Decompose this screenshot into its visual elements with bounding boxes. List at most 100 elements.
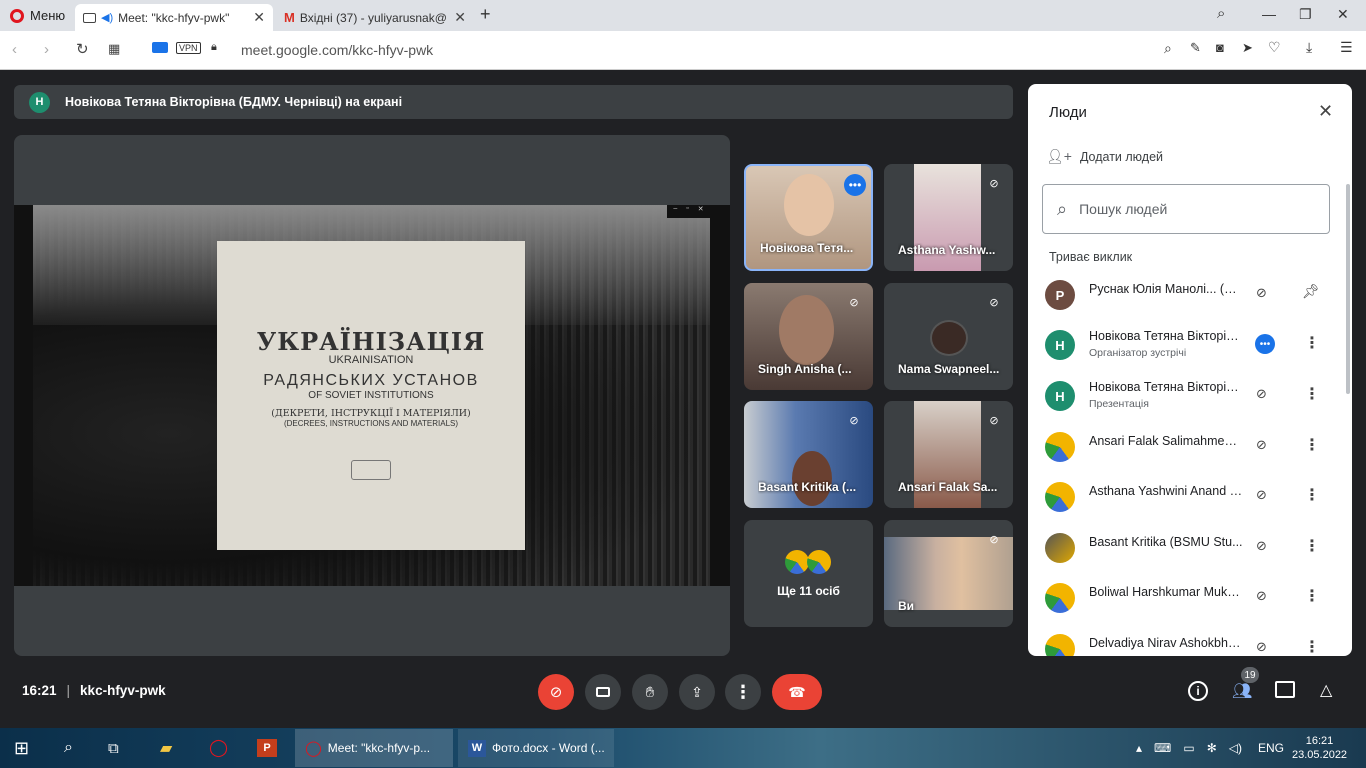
search-people-input[interactable]: ⌕ Пошук людей: [1042, 184, 1330, 234]
panel-scrollbar[interactable]: [1346, 184, 1350, 394]
participant-row[interactable]: Asthana Yashwini Anand (... ⊘ ⋮: [1028, 471, 1352, 521]
opera-logo-icon: [10, 8, 24, 23]
participant-tile[interactable]: ⊘ Singh Anisha (...: [744, 283, 873, 390]
search-placeholder: Пошук людей: [1079, 201, 1168, 217]
participant-name: Boliwal Harshkumar Muke...: [1089, 585, 1243, 599]
window-close-icon[interactable]: ✕: [1337, 6, 1349, 23]
meeting-details-icon[interactable]: i: [1188, 681, 1208, 701]
add-person-icon: 👤︎+: [1046, 148, 1072, 164]
clock[interactable]: 16:21 23.05.2022: [1292, 729, 1347, 767]
snapshot-icon[interactable]: ◙: [1216, 40, 1224, 55]
cover-line3-en: (DECREES, INSTRUCTIONS AND MATERIALS): [283, 419, 459, 428]
reload-icon[interactable]: ↻: [76, 40, 89, 58]
lock-icon[interactable]: 🔒︎: [211, 41, 217, 54]
back-icon[interactable]: ‹: [12, 41, 17, 58]
pin-icon[interactable]: 📌︎: [1302, 283, 1320, 300]
search-icon[interactable]: ⌕: [64, 729, 73, 767]
search-icon[interactable]: ⌕: [1164, 40, 1172, 57]
add-people-button[interactable]: 👤︎+ Додати людей: [1046, 148, 1163, 165]
speed-dial-icon[interactable]: ▦: [108, 41, 120, 57]
mic-off-icon: ⊘: [989, 533, 999, 546]
edit-icon[interactable]: ✎: [1190, 40, 1201, 56]
self-tile[interactable]: ⊘ Ви: [884, 520, 1013, 627]
participant-row[interactable]: Н Новікова Тетяна Вікторів... Організато…: [1028, 319, 1352, 369]
tab-meet[interactable]: ◀) Meet: "kkc-hfyv-pwk" ✕: [75, 4, 273, 31]
minimize-icon[interactable]: —: [1262, 6, 1276, 22]
more-options-button[interactable]: ⋮: [725, 674, 761, 710]
more-options-icon[interactable]: ⋮: [1304, 384, 1320, 404]
taskbar-meet-window[interactable]: ◯ Meet: "kkc-hfyv-p...: [295, 729, 453, 767]
participant-video: [779, 295, 834, 365]
chat-icon[interactable]: [1275, 681, 1295, 698]
windows-start-icon[interactable]: ⊞: [14, 729, 29, 767]
more-options-icon[interactable]: ⋮: [1304, 536, 1320, 556]
vpn-badge[interactable]: VPN: [176, 42, 201, 54]
heart-icon[interactable]: ♡: [1268, 39, 1281, 56]
participant-video: [784, 174, 834, 236]
tray-app-icon[interactable]: ▴: [1136, 741, 1142, 755]
url-text[interactable]: meet.google.com/kkc-hfyv-pwk: [241, 42, 433, 58]
cover-title-ua: УКРАЇНІЗАЦІЯ: [256, 327, 486, 356]
tab-gmail[interactable]: M Вхідні (37) - yuliyarusnak@ ✕: [276, 4, 474, 31]
keyboard-icon[interactable]: ⌨︎: [1154, 741, 1171, 755]
participant-tile[interactable]: ⊘ Basant Kritika (...: [744, 401, 873, 508]
participant-row[interactable]: Boliwal Harshkumar Muke... ⊘ ⋮: [1028, 572, 1352, 622]
end-call-button[interactable]: ☎︎: [772, 674, 822, 710]
participant-name: Новікова Тетяна Вікторів...: [1089, 380, 1243, 394]
volume-icon[interactable]: ◁): [1229, 741, 1242, 755]
menu-icon[interactable]: ☰: [1340, 39, 1353, 56]
present-button[interactable]: ⇪: [679, 674, 715, 710]
send-icon[interactable]: ➤: [1242, 40, 1253, 56]
language-indicator[interactable]: ENG: [1258, 729, 1284, 767]
speaker-icon: ◀): [101, 12, 114, 24]
document-cover: УКРАЇНІЗАЦІЯ UKRAINISATION РАДЯНСЬКИХ УС…: [217, 241, 525, 550]
section-heading: Триває виклик: [1049, 250, 1133, 264]
more-options-icon[interactable]: ⋮: [1304, 435, 1320, 455]
participant-name: Basant Kritika (BSMU Stu...: [1089, 535, 1243, 549]
new-tab-icon[interactable]: +: [480, 4, 491, 25]
network-icon[interactable]: ▭: [1183, 741, 1194, 755]
clock-time: 16:21: [1305, 735, 1334, 747]
download-icon[interactable]: ⤓: [1306, 39, 1312, 56]
tab-close-icon[interactable]: ✕: [253, 9, 265, 26]
close-icon[interactable]: ✕: [1318, 101, 1333, 122]
task-view-icon[interactable]: ⧉: [108, 729, 119, 767]
restore-icon[interactable]: ❐: [1299, 6, 1312, 23]
tab-close-icon[interactable]: ✕: [454, 9, 466, 26]
more-participants-tile[interactable]: Ще 11 осіб: [744, 520, 873, 627]
people-panel-title: Люди: [1049, 104, 1087, 121]
tile-name: Ansari Falak Sa...: [898, 480, 998, 494]
participant-row[interactable]: Ansari Falak Salimahmed ... ⊘ ⋮: [1028, 421, 1352, 471]
participant-row[interactable]: Н Новікова Тетяна Вікторів... Презентаці…: [1028, 370, 1352, 420]
more-options-icon[interactable]: ⋮: [1304, 586, 1320, 606]
taskbar-word-window[interactable]: W Фото.docx - Word (...: [458, 729, 614, 767]
tile-name: Basant Kritika (...: [758, 480, 857, 494]
participant-tile[interactable]: ⊘ Asthana Yashw...: [884, 164, 1013, 271]
presenting-text: Новікова Тетяна Вікторівна (БДМУ. Чернів…: [65, 95, 403, 109]
activities-icon[interactable]: △: [1320, 680, 1332, 700]
participant-avatar: Р: [1045, 280, 1075, 310]
opera-menu-button[interactable]: Меню: [10, 8, 65, 23]
participant-video: [792, 451, 832, 506]
camera-toggle-button[interactable]: [585, 674, 621, 710]
more-options-icon[interactable]: ⋮: [1304, 333, 1320, 353]
people-icon[interactable]: 👥︎: [1232, 681, 1252, 701]
powerpoint-icon[interactable]: P: [257, 729, 277, 767]
opera-icon[interactable]: ◯: [209, 729, 228, 767]
search-tabs-icon[interactable]: ⌕: [1217, 5, 1225, 22]
meeting-code: kkc-hfyv-pwk: [80, 683, 166, 698]
participant-row[interactable]: Р Руснак Юлія Манолі... (Ви) ⊘ 📌︎: [1028, 269, 1352, 319]
camera-icon[interactable]: [152, 42, 168, 53]
more-options-icon[interactable]: ⋮: [1304, 637, 1320, 656]
participant-row[interactable]: Delvadiya Nirav Ashokbha... ⊘ ⋮: [1028, 623, 1352, 656]
file-explorer-icon[interactable]: ▰: [160, 729, 172, 767]
mic-toggle-button[interactable]: ⊘: [538, 674, 574, 710]
more-options-icon[interactable]: ⋮: [1304, 485, 1320, 505]
participant-tile[interactable]: ⊘ Ansari Falak Sa...: [884, 401, 1013, 508]
participant-tile[interactable]: ••• Новікова Тетя...: [744, 164, 873, 271]
raise-hand-button[interactable]: ✋︎: [632, 674, 668, 710]
forward-icon[interactable]: ›: [44, 41, 49, 58]
participant-row[interactable]: Basant Kritika (BSMU Stu... ⊘ ⋮: [1028, 522, 1352, 572]
participant-tile[interactable]: ⊘ Nama Swapneel...: [884, 283, 1013, 390]
bluetooth-icon[interactable]: ✻: [1207, 741, 1217, 755]
